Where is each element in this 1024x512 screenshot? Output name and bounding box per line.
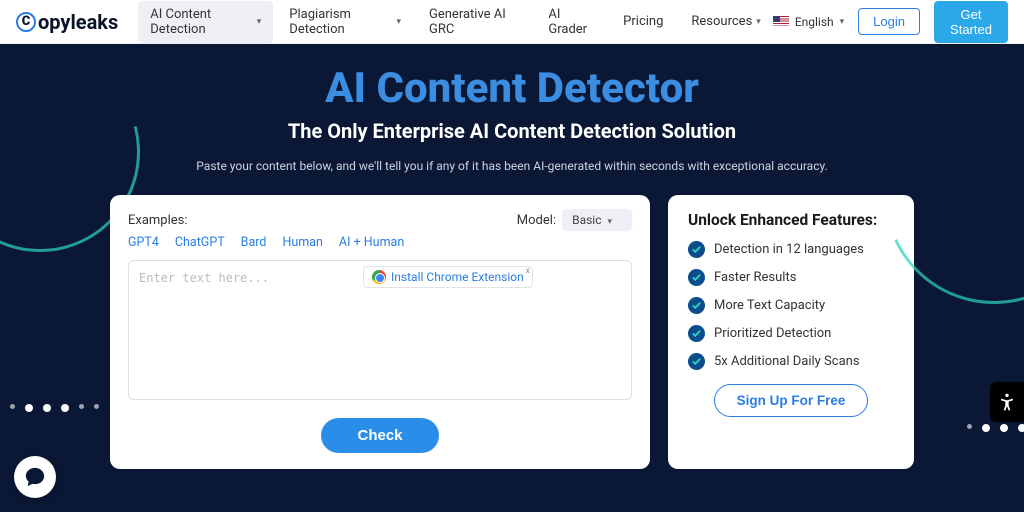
nav-label: Generative AI GRC — [429, 7, 520, 37]
close-icon[interactable]: x — [526, 266, 530, 275]
chevron-down-icon: ▾ — [756, 17, 761, 27]
model-selected-value: Basic — [572, 213, 601, 227]
language-label: English — [795, 15, 834, 29]
page-subtitle: The Only Enterprise AI Content Detection… — [0, 119, 1024, 143]
main-nav: AI Content Detection ▾ Plagiarism Detecti… — [138, 1, 773, 43]
example-gpt4[interactable]: GPT4 — [128, 235, 159, 250]
page-title: AI Content Detector — [0, 64, 1024, 113]
decorative-dots — [967, 424, 1024, 432]
examples-row: Examples: Model: Basic ▾ — [128, 209, 632, 231]
accessibility-button[interactable] — [990, 382, 1024, 422]
chevron-down-icon: ▾ — [257, 17, 262, 27]
features-panel: Unlock Enhanced Features: Detection in 1… — [668, 195, 914, 469]
textarea-wrap: Install Chrome Extension x — [128, 260, 632, 404]
get-started-button[interactable]: Get Started — [934, 1, 1008, 43]
examples-label: Examples: — [128, 213, 188, 228]
feature-label: 5x Additional Daily Scans — [714, 354, 860, 369]
model-selector-wrap: Model: Basic ▾ — [517, 209, 632, 231]
example-links: GPT4 ChatGPT Bard Human AI + Human — [128, 235, 632, 250]
nav-resources[interactable]: Resources ▾ — [679, 1, 772, 43]
nav-label: AI Grader — [548, 7, 595, 37]
model-label: Model: — [517, 213, 556, 228]
example-chatgpt[interactable]: ChatGPT — [175, 235, 225, 250]
feature-item: Faster Results — [688, 269, 894, 286]
nav-generative-ai-grc[interactable]: Generative AI GRC — [417, 1, 532, 43]
login-button[interactable]: Login — [858, 8, 920, 35]
feature-label: More Text Capacity — [714, 298, 825, 313]
example-human[interactable]: Human — [282, 235, 322, 250]
decorative-dots — [10, 404, 99, 412]
check-icon — [688, 353, 705, 370]
top-header: Copyleaks AI Content Detection ▾ Plagiari… — [0, 0, 1024, 44]
chrome-extension-label: Install Chrome Extension — [391, 270, 524, 284]
nav-ai-grader[interactable]: AI Grader — [536, 1, 607, 43]
input-panel: Examples: Model: Basic ▾ GPT4 ChatGPT Ba… — [110, 195, 650, 469]
chrome-extension-banner[interactable]: Install Chrome Extension x — [363, 266, 533, 288]
chat-widget-button[interactable] — [14, 456, 56, 498]
feature-item: 5x Additional Daily Scans — [688, 353, 894, 370]
features-title: Unlock Enhanced Features: — [688, 211, 894, 229]
chat-icon — [24, 466, 46, 488]
logo-text: opyleaks — [38, 10, 118, 34]
nav-label: AI Content Detection — [150, 7, 253, 37]
check-icon — [688, 269, 705, 286]
nav-label: Plagiarism Detection — [289, 7, 392, 37]
nav-ai-content-detection[interactable]: AI Content Detection ▾ — [138, 1, 273, 43]
chevron-down-icon: ▾ — [607, 217, 612, 227]
hero-section: AI Content Detector The Only Enterprise … — [0, 44, 1024, 512]
check-icon — [688, 241, 705, 258]
check-icon — [688, 297, 705, 314]
logo-icon: C — [16, 12, 36, 32]
accessibility-icon — [997, 392, 1017, 412]
model-select[interactable]: Basic ▾ — [562, 209, 632, 231]
feature-label: Detection in 12 languages — [714, 242, 864, 257]
chevron-down-icon: ▾ — [396, 17, 401, 27]
check-icon — [688, 325, 705, 342]
panels-container: Examples: Model: Basic ▾ GPT4 ChatGPT Ba… — [0, 195, 1024, 469]
flag-us-icon — [773, 16, 789, 27]
nav-label: Resources — [691, 14, 752, 29]
feature-label: Faster Results — [714, 270, 796, 285]
nav-label: Pricing — [623, 14, 663, 29]
page-tagline: Paste your content below, and we'll tell… — [0, 159, 1024, 173]
check-button[interactable]: Check — [321, 418, 438, 453]
header-right: English ▾ Login Get Started — [773, 1, 1008, 43]
example-bard[interactable]: Bard — [241, 235, 267, 250]
feature-item: Prioritized Detection — [688, 325, 894, 342]
chevron-down-icon: ▾ — [840, 17, 845, 27]
feature-item: Detection in 12 languages — [688, 241, 894, 258]
example-ai-human[interactable]: AI + Human — [339, 235, 404, 250]
chrome-icon — [372, 270, 386, 284]
nav-pricing[interactable]: Pricing — [611, 1, 675, 43]
signup-free-button[interactable]: Sign Up For Free — [714, 384, 869, 417]
nav-plagiarism-detection[interactable]: Plagiarism Detection ▾ — [277, 1, 413, 43]
feature-item: More Text Capacity — [688, 297, 894, 314]
language-selector[interactable]: English ▾ — [773, 15, 844, 29]
feature-label: Prioritized Detection — [714, 326, 831, 341]
logo[interactable]: Copyleaks — [16, 10, 118, 34]
